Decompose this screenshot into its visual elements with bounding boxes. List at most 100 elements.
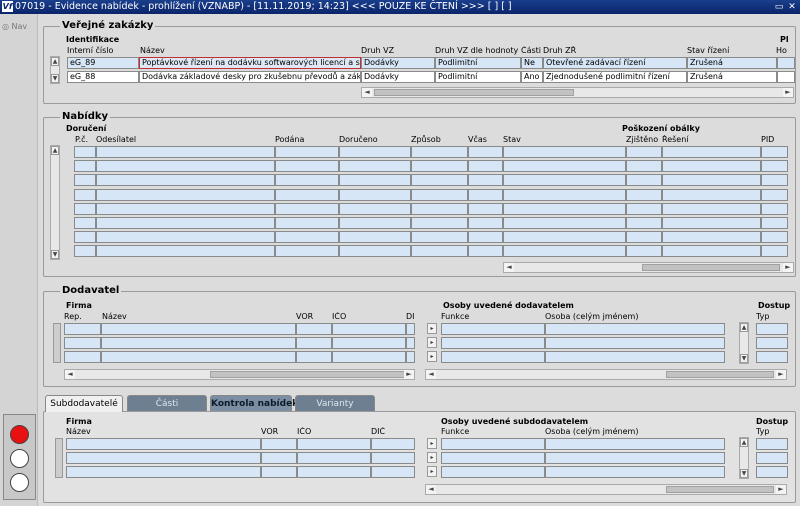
scroll-left-icon[interactable]: ◄ <box>426 485 436 494</box>
scroll-left-icon[interactable]: ◄ <box>65 370 75 379</box>
scroll-thumb[interactable] <box>210 371 405 378</box>
nabidky-cell[interactable] <box>662 202 761 215</box>
nabidky-cell[interactable] <box>96 188 275 201</box>
nabidky-cell[interactable] <box>74 174 96 187</box>
tab-subdodavatele[interactable]: Subdodavatelé <box>45 395 123 412</box>
nabidky-cell[interactable] <box>275 202 339 215</box>
scroll-down-icon[interactable]: ▼ <box>51 74 59 83</box>
firma-cell[interactable] <box>296 323 332 335</box>
sub-dostup-typ-cell[interactable] <box>756 452 788 464</box>
dostup-typ-cell[interactable] <box>756 351 788 363</box>
sub-osoby-cell[interactable] <box>545 466 725 478</box>
sub-firma-cell[interactable] <box>261 452 297 464</box>
verejne-hscroll[interactable]: ◄ ► <box>361 87 794 98</box>
nabidky-cell[interactable] <box>275 160 339 173</box>
row-nav-icon[interactable]: ▸ <box>427 323 437 334</box>
nabidky-cell[interactable] <box>468 160 503 173</box>
sub-osoby-cell[interactable] <box>441 466 545 478</box>
scroll-left-icon[interactable]: ◄ <box>504 263 514 272</box>
nabidky-cell[interactable] <box>74 231 96 244</box>
nabidky-cell[interactable] <box>275 231 339 244</box>
nabidky-cell[interactable] <box>468 188 503 201</box>
firma-cell[interactable] <box>64 323 101 335</box>
osoby-cell[interactable] <box>545 351 725 363</box>
nabidky-cell[interactable] <box>503 217 626 229</box>
row2-druh-vz[interactable]: Dodávky <box>361 71 435 83</box>
scroll-right-icon[interactable]: ► <box>776 370 786 379</box>
sub-osoby-cell[interactable] <box>441 438 545 450</box>
nabidky-cell[interactable] <box>626 174 662 187</box>
nabidky-cell[interactable] <box>339 160 411 173</box>
scroll-thumb[interactable] <box>666 371 774 378</box>
sub-firma-cell[interactable] <box>371 466 415 478</box>
nabidky-cell[interactable] <box>761 146 788 158</box>
nabidky-cell[interactable] <box>761 245 788 258</box>
sub-dostup-vscroll[interactable]: ▲ ▼ <box>739 437 749 479</box>
row-nav-icon[interactable]: ▸ <box>427 452 437 463</box>
sub-dostup-typ-cell[interactable] <box>756 466 788 478</box>
nabidky-cell[interactable] <box>411 146 468 158</box>
restore-window-icon[interactable]: ▭ <box>774 2 784 12</box>
nabidky-cell[interactable] <box>662 188 761 201</box>
osoby-cell[interactable] <box>441 323 545 335</box>
nav-button[interactable]: ◎ Nav <box>2 22 27 31</box>
nabidky-cell[interactable] <box>411 188 468 201</box>
sub-firma-cell[interactable] <box>66 438 261 450</box>
row2-ho[interactable] <box>777 71 795 83</box>
dostup-typ-cell[interactable] <box>756 323 788 335</box>
scroll-down-icon[interactable]: ▼ <box>740 354 748 363</box>
nabidky-cell[interactable] <box>74 245 96 258</box>
row1-interni[interactable]: eG_89 <box>67 57 139 69</box>
nabidky-cell[interactable] <box>662 174 761 187</box>
nabidky-cell[interactable] <box>662 160 761 173</box>
nabidky-cell[interactable] <box>761 231 788 244</box>
nabidky-cell[interactable] <box>74 160 96 173</box>
nabidky-cell[interactable] <box>626 217 662 229</box>
row1-nazev[interactable]: Poptávkové řízení na dodávku softwarovýc… <box>139 57 361 69</box>
nabidky-vscroll[interactable]: ▲ ▼ <box>50 145 60 260</box>
firma-hscroll[interactable]: ◄ ► <box>64 369 415 380</box>
sub-firma-cell[interactable] <box>297 452 371 464</box>
nabidky-cell[interactable] <box>761 160 788 173</box>
scroll-thumb[interactable] <box>666 486 774 493</box>
nabidky-cell[interactable] <box>96 245 275 258</box>
row1-druh-zr[interactable]: Otevřené zadávací řízení <box>543 57 687 69</box>
nabidky-cell[interactable] <box>662 231 761 244</box>
row-nav-icon[interactable]: ▸ <box>427 337 437 348</box>
row2-nazev[interactable]: Dodávka základové desky pro zkušebnu pře… <box>139 71 361 83</box>
nabidky-cell[interactable] <box>761 202 788 215</box>
sub-firma-cell[interactable] <box>261 466 297 478</box>
nabidky-cell[interactable] <box>96 146 275 158</box>
scroll-thumb[interactable] <box>374 89 574 96</box>
sub-firma-cell[interactable] <box>66 466 261 478</box>
nabidky-cell[interactable] <box>468 174 503 187</box>
sub-osoby-cell[interactable] <box>545 438 725 450</box>
nabidky-cell[interactable] <box>96 160 275 173</box>
nabidky-cell[interactable] <box>503 202 626 215</box>
nabidky-cell[interactable] <box>275 217 339 229</box>
nabidky-cell[interactable] <box>626 202 662 215</box>
nabidky-cell[interactable] <box>761 217 788 229</box>
nabidky-cell[interactable] <box>339 245 411 258</box>
row2-druh-vz-hodnota[interactable]: Podlimitní <box>435 71 521 83</box>
nabidky-cell[interactable] <box>503 160 626 173</box>
scroll-up-icon[interactable]: ▲ <box>51 146 59 155</box>
nabidky-cell[interactable] <box>74 188 96 201</box>
nabidky-cell[interactable] <box>96 217 275 229</box>
nabidky-cell[interactable] <box>662 146 761 158</box>
row2-druh-zr[interactable]: Zjednodušené podlimitní řízení <box>543 71 687 83</box>
scroll-up-icon[interactable]: ▲ <box>740 323 748 332</box>
scroll-up-icon[interactable]: ▲ <box>51 57 59 66</box>
row-nav-icon[interactable]: ▸ <box>427 438 437 449</box>
nabidky-cell[interactable] <box>275 174 339 187</box>
scroll-right-icon[interactable]: ► <box>404 370 414 379</box>
nabidky-cell[interactable] <box>626 231 662 244</box>
sub-osoby-cell[interactable] <box>545 452 725 464</box>
nabidky-cell[interactable] <box>339 202 411 215</box>
scroll-right-icon[interactable]: ► <box>776 485 786 494</box>
nabidky-cell[interactable] <box>468 202 503 215</box>
row2-stav[interactable]: Zrušená <box>687 71 777 83</box>
row2-casti[interactable]: Ano <box>521 71 543 83</box>
nabidky-cell[interactable] <box>411 160 468 173</box>
scroll-up-icon[interactable]: ▲ <box>740 438 748 447</box>
